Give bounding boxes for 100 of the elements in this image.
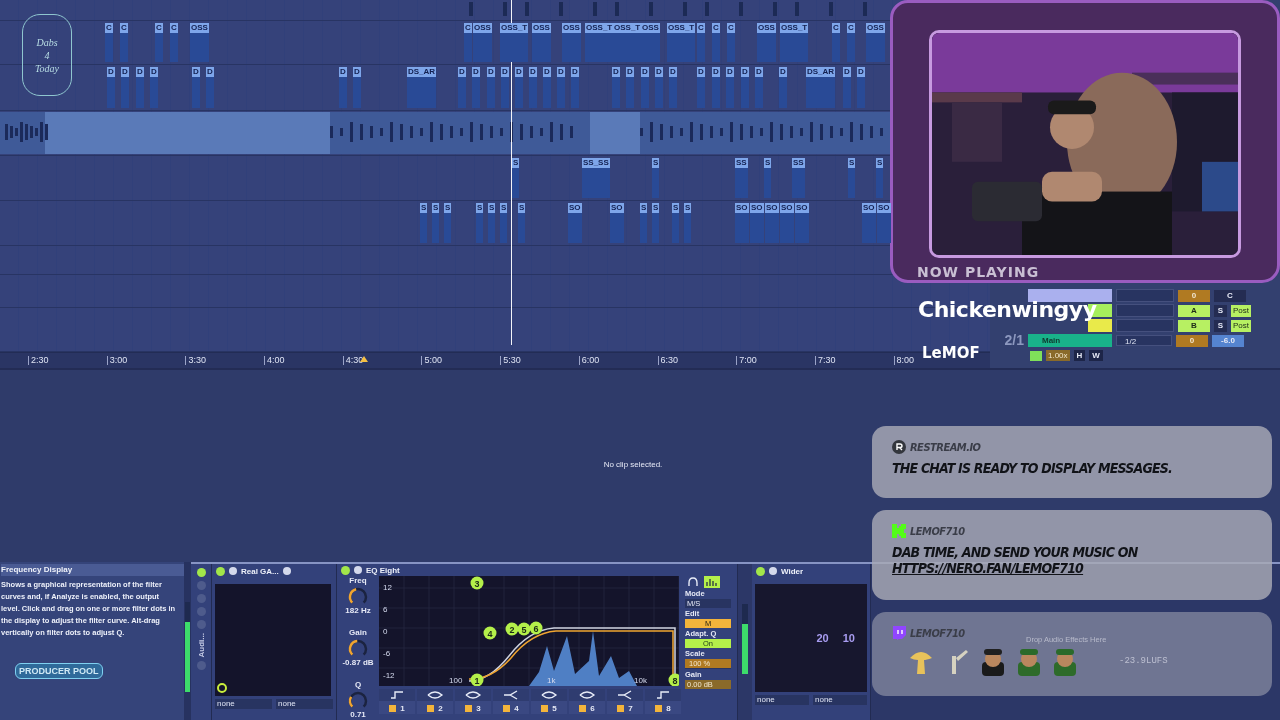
clip[interactable]: OSS <box>866 23 885 62</box>
clip[interactable]: D <box>571 67 579 108</box>
solo-button[interactable]: S <box>1214 304 1227 317</box>
filter-type-dropdown[interactable] <box>569 689 605 701</box>
clip[interactable]: OSS_T <box>667 23 696 62</box>
band-toggle[interactable] <box>503 705 511 712</box>
analyze-toggle[interactable] <box>704 576 720 588</box>
knob[interactable] <box>347 638 369 658</box>
clip[interactable]: SO <box>765 203 779 243</box>
tempo-field[interactable]: 1.00x <box>1046 350 1070 361</box>
clip[interactable]: D <box>843 67 851 108</box>
power-button[interactable] <box>756 566 765 576</box>
toggle-button[interactable]: H <box>1073 350 1086 361</box>
clip[interactable]: D <box>612 67 620 108</box>
filter-dot[interactable]: 2 <box>505 622 519 636</box>
filter-type-dropdown[interactable] <box>417 689 453 701</box>
input-box[interactable] <box>1116 304 1174 317</box>
clip[interactable]: SS <box>792 158 805 198</box>
clip[interactable]: C <box>847 23 855 62</box>
filter-dot[interactable]: 6 <box>529 621 543 635</box>
clip[interactable]: D <box>741 67 749 108</box>
clip[interactable]: S <box>518 203 526 243</box>
clip[interactable]: OSS <box>190 23 209 62</box>
clip[interactable]: D <box>515 67 523 108</box>
clip[interactable]: OSS_T <box>585 23 614 62</box>
clip[interactable]: C <box>832 23 840 62</box>
filter-type-dropdown[interactable] <box>645 689 681 701</box>
routing-dropdown[interactable]: 1/2 <box>1116 335 1172 346</box>
clip[interactable]: D <box>779 67 787 108</box>
input-box[interactable] <box>1116 319 1174 332</box>
clip[interactable]: D <box>136 67 144 108</box>
clip[interactable]: C <box>120 23 128 62</box>
input-dropdown[interactable]: none <box>755 695 809 705</box>
volume-value[interactable]: -6.0 <box>1212 334 1244 347</box>
clip[interactable]: D <box>339 67 347 108</box>
power-button[interactable] <box>341 565 350 575</box>
filter-type-dropdown[interactable] <box>531 689 567 701</box>
main-clip-slot[interactable]: Main <box>1028 334 1112 347</box>
clip[interactable]: DS_AR <box>806 67 836 108</box>
clip[interactable]: D <box>150 67 158 108</box>
clip[interactable]: OSS <box>473 23 492 62</box>
clip[interactable]: S <box>876 158 884 198</box>
clip[interactable]: C <box>170 23 178 62</box>
filter-type-dropdown[interactable] <box>607 689 643 701</box>
filter-type-dropdown[interactable] <box>379 689 415 701</box>
clip[interactable]: OSS_T <box>613 23 642 62</box>
return-button[interactable]: B <box>1178 319 1210 332</box>
clip[interactable]: OSS <box>532 23 551 62</box>
pan-value[interactable]: C <box>1214 289 1246 302</box>
clip[interactable]: OSS_T <box>500 23 529 62</box>
input-dropdown[interactable]: none <box>215 699 272 709</box>
clip[interactable]: OSS <box>757 23 776 62</box>
clip[interactable]: C <box>464 23 472 62</box>
clip[interactable]: SS <box>735 158 748 198</box>
clip[interactable]: S <box>432 203 440 243</box>
clip[interactable]: D <box>669 67 677 108</box>
clip[interactable]: S <box>652 158 660 198</box>
band-toggle[interactable] <box>541 705 549 712</box>
solo-button[interactable]: S <box>1214 319 1227 332</box>
clip[interactable]: SO <box>750 203 764 243</box>
knob[interactable] <box>347 690 369 710</box>
clip[interactable]: SO <box>862 203 876 243</box>
band-toggle[interactable] <box>617 705 625 712</box>
headphones-icon[interactable] <box>685 576 701 588</box>
band-toggle[interactable] <box>579 705 587 712</box>
input-box[interactable] <box>1116 289 1174 302</box>
clip[interactable]: D <box>726 67 734 108</box>
input-dropdown[interactable]: none <box>276 699 333 709</box>
clip[interactable]: SO <box>568 203 582 243</box>
filter-dot[interactable]: 3 <box>470 576 484 590</box>
clip[interactable]: OSS <box>641 23 660 62</box>
clip[interactable]: OSS_T <box>780 23 809 62</box>
clip[interactable]: D <box>697 67 705 108</box>
clip[interactable]: S <box>848 158 856 198</box>
clip[interactable]: D <box>121 67 129 108</box>
post-button[interactable]: Post <box>1231 304 1251 317</box>
clip[interactable]: D <box>857 67 865 108</box>
clip[interactable]: D <box>712 67 720 108</box>
filter-dot[interactable]: 4 <box>483 626 497 640</box>
filter-dot[interactable]: 5 <box>517 622 531 636</box>
clip[interactable]: D <box>655 67 663 108</box>
clip[interactable]: D <box>107 67 115 108</box>
clip[interactable]: D <box>543 67 551 108</box>
clip[interactable]: D <box>192 67 200 108</box>
clip[interactable]: S <box>672 203 680 243</box>
clip[interactable]: D <box>353 67 361 108</box>
clip[interactable]: D <box>626 67 634 108</box>
clip[interactable]: C <box>105 23 113 62</box>
clip[interactable]: S <box>652 203 660 243</box>
clip[interactable]: S <box>684 203 692 243</box>
clip[interactable]: D <box>641 67 649 108</box>
eq-display[interactable]: 12 6 0 -6 -12 100 1k 10k 3 4 2 5 6 1 8 <box>379 576 679 686</box>
clip[interactable]: S <box>512 158 520 198</box>
clip[interactable]: SO <box>735 203 749 243</box>
clip[interactable]: OSS <box>562 23 581 62</box>
band-toggle[interactable] <box>465 705 473 712</box>
clip[interactable]: D <box>557 67 565 108</box>
clip[interactable]: SO <box>795 203 809 243</box>
clip[interactable]: SO <box>877 203 891 243</box>
return-button[interactable]: A <box>1178 304 1210 317</box>
